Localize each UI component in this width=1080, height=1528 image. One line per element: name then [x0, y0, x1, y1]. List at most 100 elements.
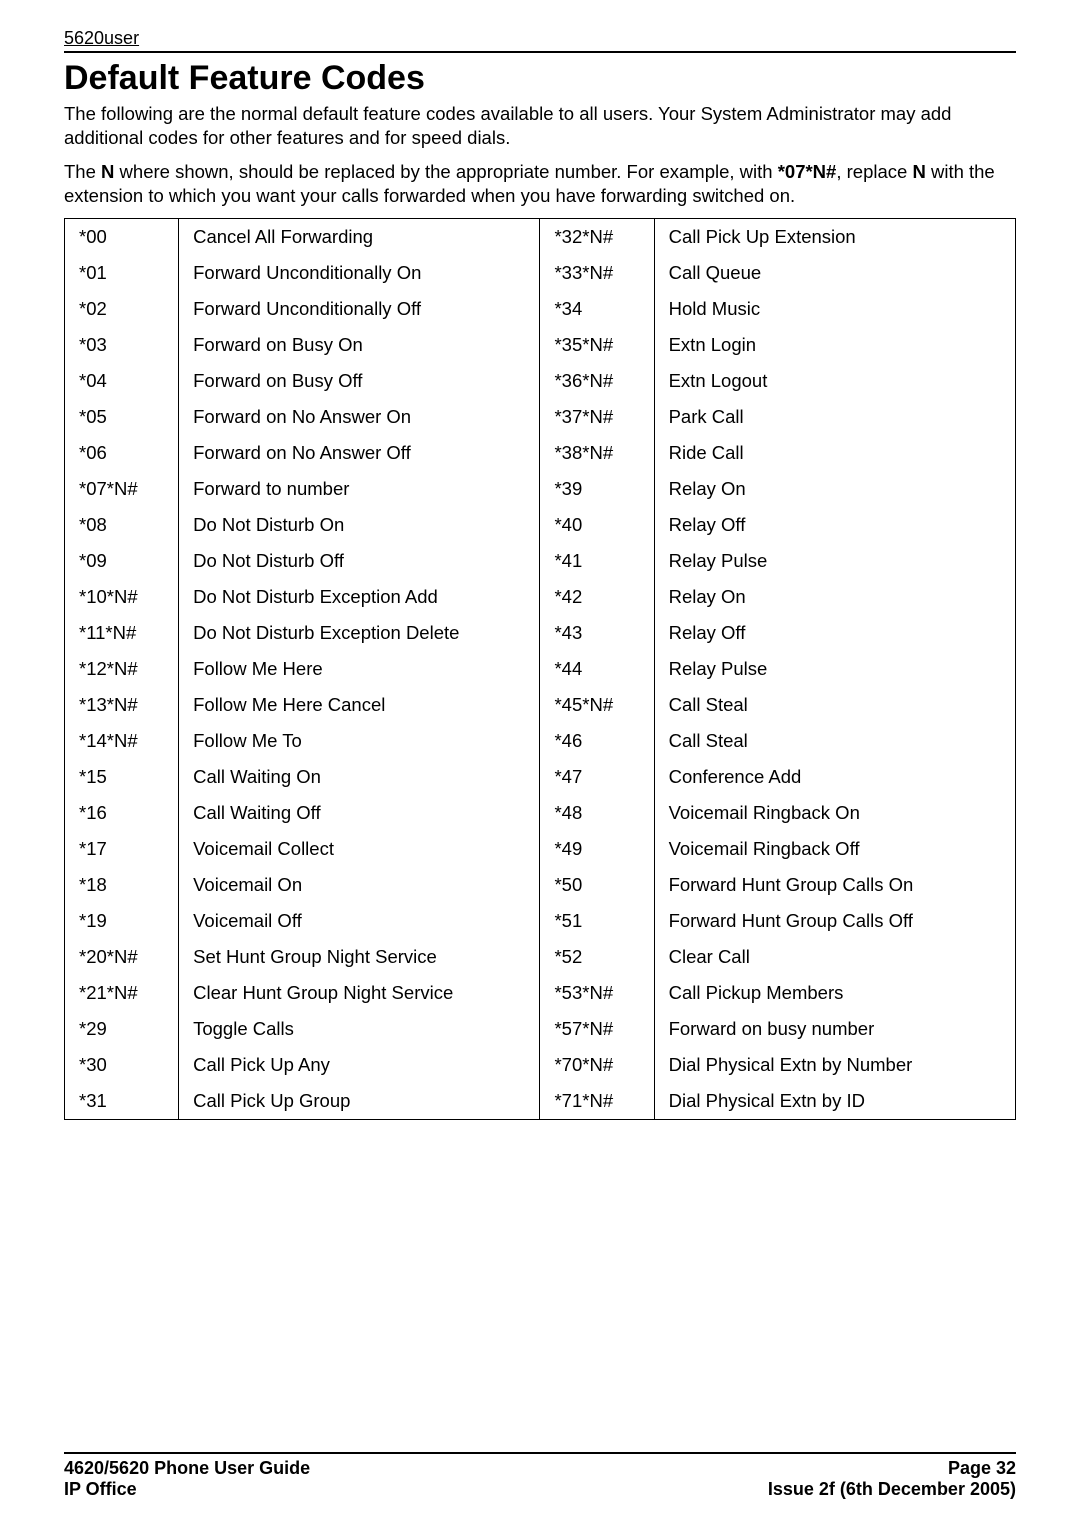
- code-right: *53*N#: [540, 975, 654, 1011]
- desc-right: Hold Music: [654, 291, 1015, 327]
- desc-left: Follow Me To: [179, 723, 540, 759]
- code-left: *06: [65, 435, 179, 471]
- code-left: *14*N#: [65, 723, 179, 759]
- code-right: *37*N#: [540, 399, 654, 435]
- table-row: *07*N#Forward to number*39Relay On: [65, 471, 1016, 507]
- code-left: *01: [65, 255, 179, 291]
- table-row: *02Forward Unconditionally Off*34Hold Mu…: [65, 291, 1016, 327]
- note-text: , replace: [836, 161, 912, 182]
- desc-right: Clear Call: [654, 939, 1015, 975]
- table-row: *30Call Pick Up Any*70*N#Dial Physical E…: [65, 1047, 1016, 1083]
- desc-right: Call Steal: [654, 723, 1015, 759]
- table-row: *11*N#Do Not Disturb Exception Delete*43…: [65, 615, 1016, 651]
- code-left: *19: [65, 903, 179, 939]
- note-text: where shown, should be replaced by the a…: [114, 161, 777, 182]
- desc-right: Extn Logout: [654, 363, 1015, 399]
- code-left: *05: [65, 399, 179, 435]
- desc-left: Follow Me Here Cancel: [179, 687, 540, 723]
- code-right: *32*N#: [540, 219, 654, 256]
- table-row: *19Voicemail Off*51Forward Hunt Group Ca…: [65, 903, 1016, 939]
- code-right: *49: [540, 831, 654, 867]
- desc-right: Dial Physical Extn by Number: [654, 1047, 1015, 1083]
- table-row: *00Cancel All Forwarding*32*N#Call Pick …: [65, 219, 1016, 256]
- page-footer: 4620/5620 Phone User Guide IP Office Pag…: [64, 1452, 1016, 1500]
- table-row: *09Do Not Disturb Off*41Relay Pulse: [65, 543, 1016, 579]
- note-bold-n2: N: [912, 161, 925, 182]
- desc-left: Forward to number: [179, 471, 540, 507]
- code-right: *51: [540, 903, 654, 939]
- code-left: *18: [65, 867, 179, 903]
- desc-right: Voicemail Ringback On: [654, 795, 1015, 831]
- table-row: *29Toggle Calls*57*N#Forward on busy num…: [65, 1011, 1016, 1047]
- table-row: *18Voicemail On*50Forward Hunt Group Cal…: [65, 867, 1016, 903]
- code-right: *50: [540, 867, 654, 903]
- code-left: *20*N#: [65, 939, 179, 975]
- desc-right: Call Pickup Members: [654, 975, 1015, 1011]
- desc-left: Call Pick Up Group: [179, 1083, 540, 1120]
- desc-left: Cancel All Forwarding: [179, 219, 540, 256]
- table-row: *16Call Waiting Off*48Voicemail Ringback…: [65, 795, 1016, 831]
- code-left: *04: [65, 363, 179, 399]
- desc-right: Relay Pulse: [654, 543, 1015, 579]
- footer-page-number: Page 32: [768, 1458, 1016, 1479]
- code-left: *02: [65, 291, 179, 327]
- code-left: *13*N#: [65, 687, 179, 723]
- table-row: *31Call Pick Up Group*71*N#Dial Physical…: [65, 1083, 1016, 1120]
- table-row: *12*N#Follow Me Here*44Relay Pulse: [65, 651, 1016, 687]
- table-row: *01Forward Unconditionally On*33*N#Call …: [65, 255, 1016, 291]
- table-row: *21*N#Clear Hunt Group Night Service*53*…: [65, 975, 1016, 1011]
- desc-left: Call Pick Up Any: [179, 1047, 540, 1083]
- desc-right: Call Queue: [654, 255, 1015, 291]
- code-left: *11*N#: [65, 615, 179, 651]
- table-row: *15Call Waiting On*47Conference Add: [65, 759, 1016, 795]
- desc-right: Extn Login: [654, 327, 1015, 363]
- table-row: *03Forward on Busy On*35*N#Extn Login: [65, 327, 1016, 363]
- code-right: *38*N#: [540, 435, 654, 471]
- desc-right: Voicemail Ringback Off: [654, 831, 1015, 867]
- table-row: *05Forward on No Answer On*37*N#Park Cal…: [65, 399, 1016, 435]
- code-right: *70*N#: [540, 1047, 654, 1083]
- code-right: *71*N#: [540, 1083, 654, 1120]
- desc-right: Relay Off: [654, 615, 1015, 651]
- desc-right: Forward Hunt Group Calls Off: [654, 903, 1015, 939]
- code-left: *10*N#: [65, 579, 179, 615]
- desc-left: Toggle Calls: [179, 1011, 540, 1047]
- code-right: *40: [540, 507, 654, 543]
- desc-left: Do Not Disturb Off: [179, 543, 540, 579]
- code-left: *09: [65, 543, 179, 579]
- desc-left: Forward on No Answer On: [179, 399, 540, 435]
- desc-left: Forward Unconditionally Off: [179, 291, 540, 327]
- code-right: *44: [540, 651, 654, 687]
- desc-right: Ride Call: [654, 435, 1015, 471]
- intro-paragraph: The following are the normal default fea…: [64, 102, 1016, 150]
- desc-left: Voicemail Collect: [179, 831, 540, 867]
- code-left: *03: [65, 327, 179, 363]
- desc-left: Call Waiting Off: [179, 795, 540, 831]
- code-left: *07*N#: [65, 471, 179, 507]
- code-right: *47: [540, 759, 654, 795]
- code-right: *33*N#: [540, 255, 654, 291]
- table-row: *06Forward on No Answer Off*38*N#Ride Ca…: [65, 435, 1016, 471]
- desc-right: Call Steal: [654, 687, 1015, 723]
- code-right: *43: [540, 615, 654, 651]
- note-bold-n1: N: [101, 161, 114, 182]
- code-left: *17: [65, 831, 179, 867]
- desc-left: Forward on Busy On: [179, 327, 540, 363]
- code-left: *31: [65, 1083, 179, 1120]
- code-right: *34: [540, 291, 654, 327]
- footer-left-title: 4620/5620 Phone User Guide: [64, 1458, 310, 1479]
- code-right: *41: [540, 543, 654, 579]
- note-bold-example: *07*N#: [778, 161, 837, 182]
- code-right: *57*N#: [540, 1011, 654, 1047]
- code-left: *00: [65, 219, 179, 256]
- desc-left: Clear Hunt Group Night Service: [179, 975, 540, 1011]
- footer-left-subtitle: IP Office: [64, 1479, 310, 1500]
- code-left: *30: [65, 1047, 179, 1083]
- table-row: *14*N#Follow Me To*46Call Steal: [65, 723, 1016, 759]
- code-right: *52: [540, 939, 654, 975]
- code-left: *12*N#: [65, 651, 179, 687]
- table-row: *17Voicemail Collect*49Voicemail Ringbac…: [65, 831, 1016, 867]
- desc-left: Do Not Disturb On: [179, 507, 540, 543]
- desc-left: Voicemail Off: [179, 903, 540, 939]
- desc-left: Forward Unconditionally On: [179, 255, 540, 291]
